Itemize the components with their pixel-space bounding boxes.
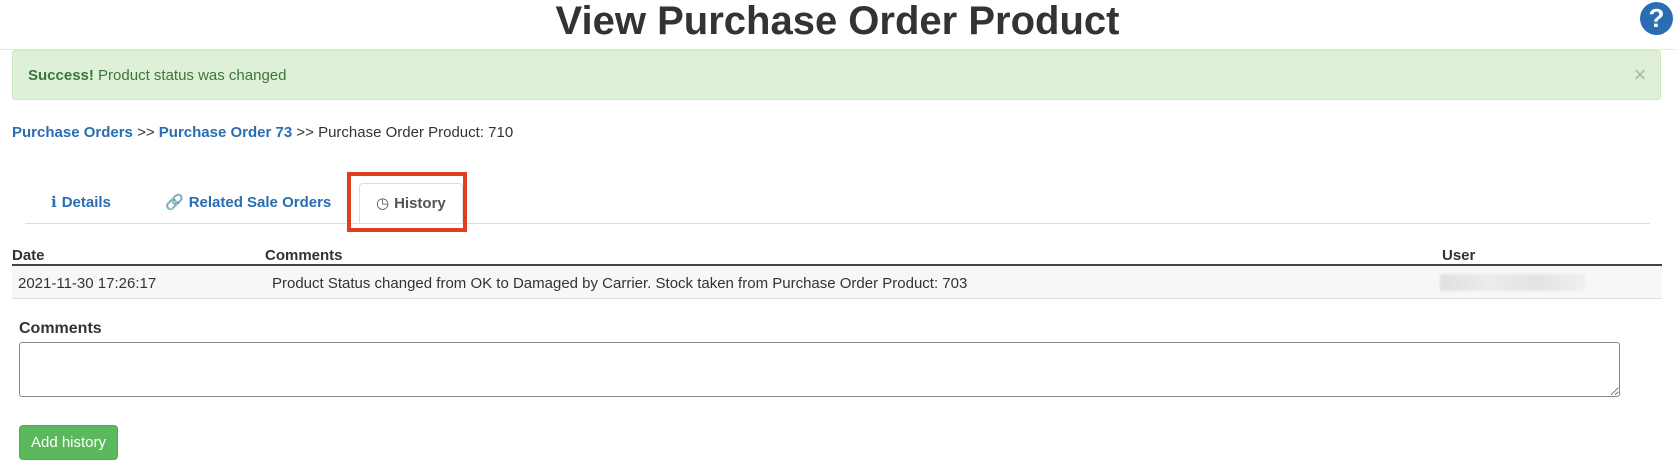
column-header-comments: Comments bbox=[265, 247, 343, 264]
alert-strong: Success! bbox=[28, 67, 94, 84]
cell-comments: Product Status changed from OK to Damage… bbox=[272, 275, 968, 292]
breadcrumb-separator: >> bbox=[296, 124, 314, 141]
breadcrumb-separator: >> bbox=[137, 124, 155, 141]
alert-text: Product status was changed bbox=[93, 67, 287, 84]
tab-related-sale-orders[interactable]: 🔗 Related Sale Orders bbox=[165, 183, 331, 223]
breadcrumb-purchase-order[interactable]: Purchase Order 73 bbox=[159, 124, 292, 141]
comments-label: Comments bbox=[19, 320, 102, 337]
success-alert: Success! Product status was changed × bbox=[12, 50, 1661, 100]
help-icon[interactable]: ? bbox=[1640, 2, 1673, 35]
breadcrumb-current: Purchase Order Product: 710 bbox=[318, 124, 514, 141]
comments-field[interactable] bbox=[19, 342, 1620, 397]
column-header-date: Date bbox=[12, 247, 45, 264]
breadcrumb: Purchase Orders >> Purchase Order 73 >> … bbox=[12, 124, 513, 141]
column-header-user: User bbox=[1442, 247, 1476, 264]
close-icon[interactable]: × bbox=[1630, 63, 1650, 87]
breadcrumb-purchase-orders[interactable]: Purchase Orders bbox=[12, 124, 133, 141]
tabs-divider bbox=[25, 223, 1650, 224]
cell-user-redacted bbox=[1440, 274, 1585, 291]
link-icon: 🔗 bbox=[165, 194, 184, 211]
page-title: View Purchase Order Product bbox=[555, 0, 1120, 43]
cell-date: 2021-11-30 17:26:17 bbox=[18, 275, 157, 292]
tab-label: Related Sale Orders bbox=[188, 194, 332, 211]
tab-details[interactable]: ℹ Details bbox=[51, 183, 111, 223]
tab-history[interactable]: ◷ History bbox=[359, 183, 463, 223]
info-icon: ℹ bbox=[51, 194, 57, 211]
add-history-button[interactable]: Add history bbox=[19, 425, 118, 460]
alert-message: Success! Product status was changed bbox=[28, 67, 287, 84]
tab-label: History bbox=[394, 195, 446, 212]
clock-icon: ◷ bbox=[376, 195, 390, 212]
tab-label: Details bbox=[61, 194, 111, 211]
